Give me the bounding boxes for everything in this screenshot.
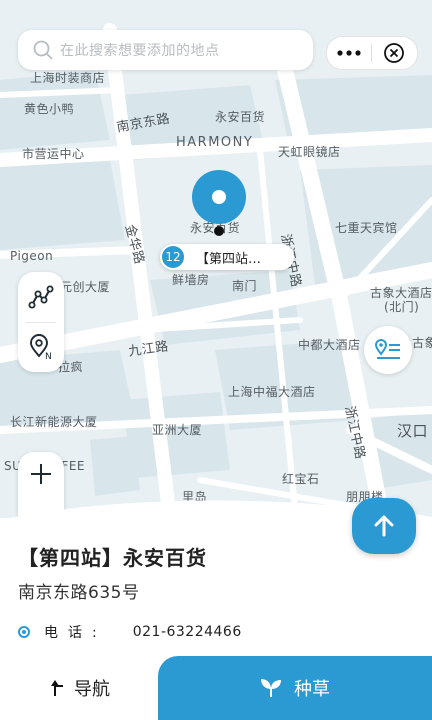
marker-point (214, 226, 224, 236)
map-label: 市营运中心 (22, 147, 85, 161)
phone-row: 电话: 021-63224466 (18, 622, 242, 642)
locate-button[interactable]: N (18, 322, 64, 372)
map-label: 天虹眼镜店 (278, 145, 341, 159)
place-title: 【第四站】永安百货 (18, 546, 207, 570)
seed-label: 种草 (294, 679, 330, 700)
map-label: 长江新能源大厦 (10, 415, 98, 429)
miniprogram-capsule (326, 36, 418, 70)
map-label: 元创大厦 (60, 280, 111, 294)
seed-button[interactable]: 种草 (158, 656, 432, 720)
map-toolbox: N (18, 272, 64, 372)
map-label: 黄色小鸭 (24, 102, 75, 116)
map-label: 上海时装商店 (30, 71, 106, 85)
arrow-up-icon (374, 515, 394, 537)
route-icon (28, 285, 54, 309)
close-button[interactable] (372, 37, 416, 69)
place-list-button[interactable] (364, 326, 412, 374)
search-placeholder: 在此搜索想要添加的地点 (60, 43, 220, 59)
phone-label: 电话: (44, 625, 107, 641)
search-icon (33, 40, 53, 60)
location-marker[interactable] (192, 170, 246, 224)
close-circle-icon (384, 43, 404, 63)
map-label: 红宝石 (282, 472, 320, 486)
map-label: 中都大酒店 (298, 338, 361, 352)
action-bar: 导航 种草 (0, 656, 432, 720)
navigate-button[interactable]: 导航 (0, 656, 160, 720)
place-address: 南京东路635号 (18, 583, 140, 603)
map-label: 上海中福大酒店 (228, 385, 316, 399)
sprout-icon (261, 679, 281, 697)
map-label: (北门) (384, 300, 420, 314)
map-label: 南门 (232, 279, 258, 293)
map-page: 上海时装商店 黄色小鸭 南京东路 永安百货 HARMONY 市营运中心 天虹眼镜… (0, 0, 432, 720)
search-bar[interactable]: 在此搜索想要添加的地点 (18, 30, 313, 70)
navigate-label: 导航 (74, 679, 110, 700)
map-label: Pigeon (10, 249, 54, 263)
turn-arrow-icon (51, 680, 63, 696)
map-label: 古象 (412, 336, 432, 350)
map-label: 永安百货 (215, 110, 266, 124)
map-label: 七重天宾馆 (335, 221, 398, 235)
route-button[interactable] (18, 272, 64, 322)
expand-sheet-button[interactable] (352, 498, 416, 554)
bullet-dot-icon (18, 626, 30, 638)
callout-label: 【第四站… (196, 251, 262, 267)
map-label: 亚洲大厦 (152, 423, 203, 437)
zoom-in-icon (31, 464, 51, 484)
map-view[interactable]: 上海时装商店 黄色小鸭 南京东路 永安百货 HARMONY 市营运中心 天虹眼镜… (0, 0, 432, 560)
map-label: 鲜墙房 (172, 273, 210, 287)
map-label-road: 汉口 (397, 422, 429, 440)
location-north-icon: N (30, 334, 52, 360)
marker-callout[interactable]: 12 【第四站… (160, 244, 294, 270)
map-label: HARMONY (176, 135, 254, 150)
svg-text:N: N (45, 352, 52, 360)
list-card-icon (374, 339, 400, 359)
stop-number-badge: 12 (162, 246, 184, 268)
phone-number[interactable]: 021-63224466 (133, 624, 242, 640)
more-icon (337, 50, 361, 56)
more-button[interactable] (327, 37, 371, 69)
